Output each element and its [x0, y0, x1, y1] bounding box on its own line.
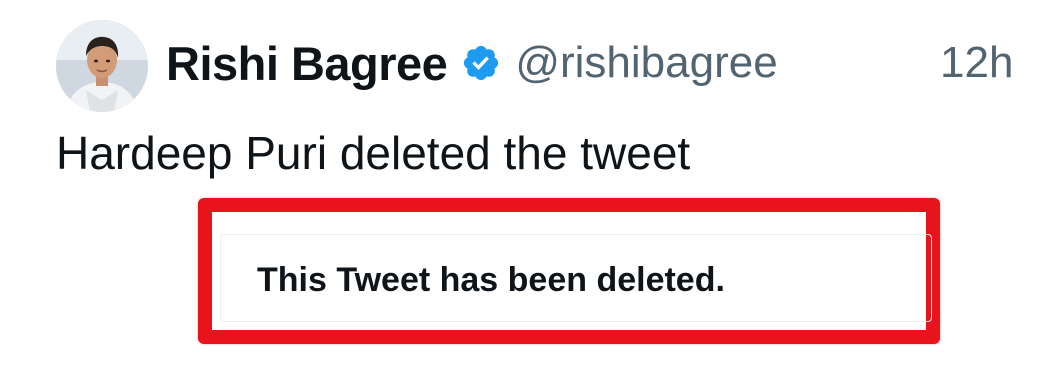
- tweet-card: Rishi Bagree @rishibagree 12h Hardeep Pu…: [0, 0, 1061, 371]
- user-handle[interactable]: @rishibagree: [515, 38, 777, 88]
- deleted-tweet-message: This Tweet has been deleted.: [257, 261, 725, 299]
- tweet-header: Rishi Bagree @rishibagree: [166, 30, 778, 96]
- tweet-timestamp[interactable]: 12h: [940, 30, 1013, 96]
- quoted-tweet-container: This Tweet has been deleted.: [220, 234, 932, 322]
- display-name[interactable]: Rishi Bagree: [166, 36, 448, 91]
- avatar[interactable]: [56, 20, 148, 112]
- deleted-tweet-highlight-box: This Tweet has been deleted.: [198, 198, 940, 344]
- avatar-image: [56, 20, 148, 112]
- verified-check-icon: [461, 43, 501, 83]
- tweet-text: Hardeep Puri deleted the tweet: [56, 127, 691, 179]
